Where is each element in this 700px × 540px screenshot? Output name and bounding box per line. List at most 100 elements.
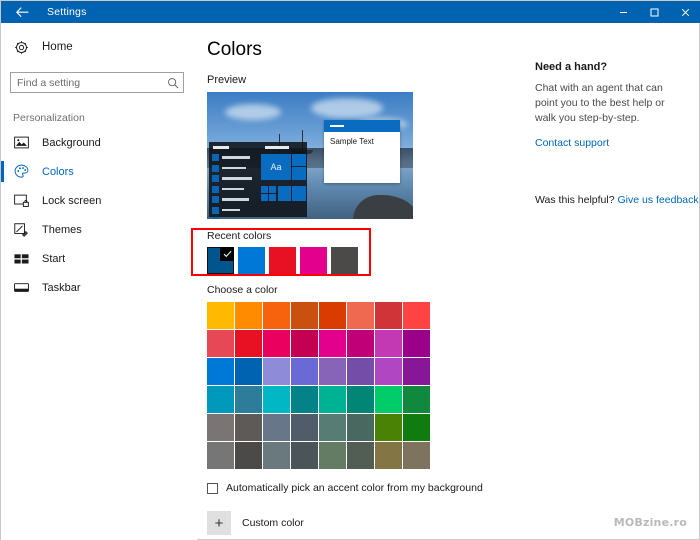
sidebar-item-background[interactable]: Background	[1, 128, 197, 157]
start-tile	[269, 194, 276, 201]
palette-color-swatch[interactable]	[319, 302, 346, 329]
sidebar-item-label: Lock screen	[42, 195, 101, 207]
palette-color-swatch[interactable]	[207, 330, 234, 357]
palette-color-swatch[interactable]	[207, 302, 234, 329]
minimize-button[interactable]	[608, 1, 639, 23]
palette-color-swatch[interactable]	[291, 358, 318, 385]
recent-colors-label: Recent colors	[207, 230, 527, 242]
window-title: Settings	[47, 6, 87, 18]
sidebar-item-taskbar[interactable]: Taskbar	[1, 273, 197, 302]
plus-icon[interactable]: +	[207, 511, 231, 535]
search-icon	[163, 77, 183, 89]
recent-color-swatch[interactable]	[331, 247, 358, 274]
palette-color-swatch[interactable]	[347, 414, 374, 441]
recent-color-swatch[interactable]	[269, 247, 296, 274]
recent-color-swatch-selected[interactable]	[207, 247, 234, 274]
palette-color-swatch[interactable]	[319, 358, 346, 385]
palette-color-swatch[interactable]	[319, 330, 346, 357]
sidebar-section-label: Personalization	[13, 112, 197, 124]
sidebar-item-label: Start	[42, 253, 65, 265]
palette-color-swatch[interactable]	[347, 302, 374, 329]
search-box[interactable]	[10, 72, 184, 93]
auto-accent-label: Automatically pick an accent color from …	[226, 482, 483, 494]
palette-color-swatch[interactable]	[207, 386, 234, 413]
check-icon	[220, 247, 234, 261]
palette-color-swatch[interactable]	[263, 330, 290, 357]
recent-color-swatch[interactable]	[238, 247, 265, 274]
title-bar: Settings	[1, 1, 700, 23]
palette-color-swatch[interactable]	[263, 386, 290, 413]
window-controls	[608, 1, 700, 23]
main-content: Colors Preview	[197, 23, 527, 540]
sample-window-text: Sample Text	[324, 132, 400, 146]
palette-color-swatch[interactable]	[235, 386, 262, 413]
help-body: Chat with an agent that can point you to…	[535, 81, 681, 127]
palette-color-swatch[interactable]	[291, 414, 318, 441]
palette-color-swatch[interactable]	[347, 386, 374, 413]
palette-color-swatch[interactable]	[319, 386, 346, 413]
start-header-bar	[213, 146, 229, 149]
back-arrow-icon[interactable]	[1, 1, 43, 23]
palette-color-swatch[interactable]	[375, 358, 402, 385]
palette-color-swatch[interactable]	[403, 414, 430, 441]
palette-color-swatch[interactable]	[319, 442, 346, 469]
palette-color-swatch[interactable]	[375, 330, 402, 357]
search-input[interactable]	[11, 73, 163, 92]
palette-color-swatch[interactable]	[347, 358, 374, 385]
custom-color-row[interactable]: + Custom color	[207, 511, 527, 535]
watermark: MOBzine.ro	[614, 516, 687, 529]
close-button[interactable]	[670, 1, 700, 23]
palette-color-swatch[interactable]	[403, 442, 430, 469]
palette-color-swatch[interactable]	[291, 386, 318, 413]
give-feedback-link[interactable]: Give us feedback	[618, 194, 699, 206]
palette-color-swatch[interactable]	[403, 358, 430, 385]
sample-window-titlebar	[324, 120, 400, 132]
palette-color-swatch[interactable]	[375, 414, 402, 441]
recent-color-swatch[interactable]	[300, 247, 327, 274]
palette-color-swatch[interactable]	[403, 302, 430, 329]
palette-color-swatch[interactable]	[235, 358, 262, 385]
palette-color-swatch[interactable]	[207, 442, 234, 469]
palette-color-swatch[interactable]	[375, 442, 402, 469]
sidebar-item-lock-screen[interactable]: Lock screen	[1, 186, 197, 215]
sidebar-item-colors[interactable]: Colors	[1, 157, 197, 186]
feedback-row: Was this helpful? Give us feedback	[535, 194, 700, 206]
palette-color-swatch[interactable]	[319, 414, 346, 441]
palette-color-swatch[interactable]	[263, 302, 290, 329]
palette-color-swatch[interactable]	[291, 442, 318, 469]
palette-color-swatch[interactable]	[263, 358, 290, 385]
sidebar-item-start[interactable]: Start	[1, 244, 197, 273]
palette-color-swatch[interactable]	[291, 330, 318, 357]
taskbar-icon	[13, 280, 30, 295]
palette-color-swatch[interactable]	[403, 330, 430, 357]
palette-color-swatch[interactable]	[291, 302, 318, 329]
preview-label: Preview	[207, 74, 527, 86]
sidebar-item-label: Colors	[42, 166, 74, 178]
auto-accent-row[interactable]: Automatically pick an accent color from …	[207, 482, 527, 494]
palette-color-swatch[interactable]	[235, 442, 262, 469]
sidebar-item-label: Background	[42, 137, 101, 149]
palette-color-swatch[interactable]	[207, 414, 234, 441]
sidebar-item-themes[interactable]: Themes	[1, 215, 197, 244]
sidebar-item-home[interactable]: Home	[13, 36, 197, 58]
auto-accent-checkbox[interactable]	[207, 483, 218, 494]
start-tile	[292, 186, 306, 201]
color-palette-grid[interactable]	[207, 302, 527, 469]
palette-color-swatch[interactable]	[403, 386, 430, 413]
palette-color-swatch[interactable]	[235, 330, 262, 357]
start-tile-aa: Aa	[261, 154, 291, 180]
palette-color-swatch[interactable]	[263, 414, 290, 441]
palette-color-swatch[interactable]	[263, 442, 290, 469]
palette-color-swatch[interactable]	[235, 302, 262, 329]
maximize-button[interactable]	[639, 1, 670, 23]
help-heading: Need a hand?	[535, 61, 700, 73]
sidebar-home-label: Home	[42, 41, 73, 53]
palette-color-swatch[interactable]	[375, 386, 402, 413]
contact-support-link[interactable]: Contact support	[535, 137, 609, 149]
palette-color-swatch[interactable]	[235, 414, 262, 441]
preview-sample-window: Sample Text	[324, 120, 400, 183]
palette-color-swatch[interactable]	[207, 358, 234, 385]
palette-color-swatch[interactable]	[347, 330, 374, 357]
palette-color-swatch[interactable]	[375, 302, 402, 329]
palette-color-swatch[interactable]	[347, 442, 374, 469]
